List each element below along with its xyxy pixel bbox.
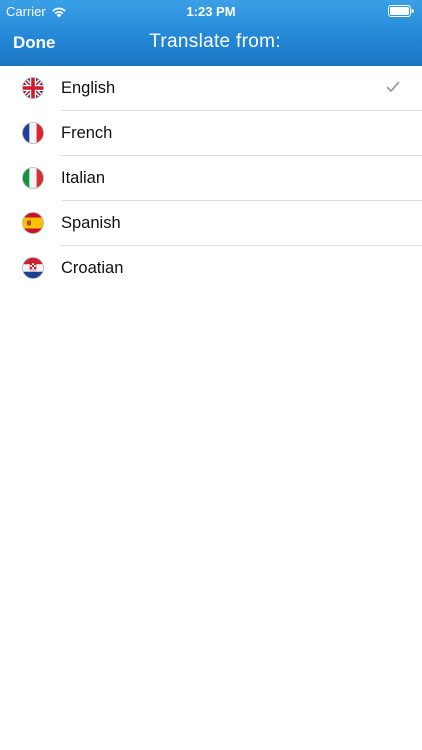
page-title: Translate from: — [149, 31, 281, 52]
language-list: English French Italian Spanish Croatian — [0, 66, 422, 291]
spain-flag-icon — [22, 212, 44, 234]
list-item-croatian[interactable]: Croatian — [0, 246, 422, 291]
battery-icon — [388, 5, 414, 17]
italy-flag-icon — [22, 167, 44, 189]
header: Carrier 1:23 PM Done Translate from: — [0, 0, 422, 66]
language-label: Spanish — [61, 214, 121, 232]
language-label: Italian — [61, 169, 106, 187]
list-item-english[interactable]: English — [0, 66, 422, 111]
uk-flag-icon — [22, 77, 44, 99]
language-label: French — [61, 124, 113, 142]
navigation-bar: Done Translate from: — [0, 22, 422, 66]
status-time: 1:23 PM — [186, 4, 236, 19]
list-item-french[interactable]: French — [0, 111, 422, 156]
list-item-italian[interactable]: Italian — [0, 156, 422, 201]
language-label: Croatian — [61, 259, 124, 277]
checkmark-icon — [386, 81, 400, 92]
status-bar: Carrier 1:23 PM — [0, 0, 422, 22]
france-flag-icon — [22, 122, 44, 144]
croatia-flag-icon — [22, 257, 44, 279]
language-label: English — [61, 79, 116, 97]
list-item-spanish[interactable]: Spanish — [0, 201, 422, 246]
